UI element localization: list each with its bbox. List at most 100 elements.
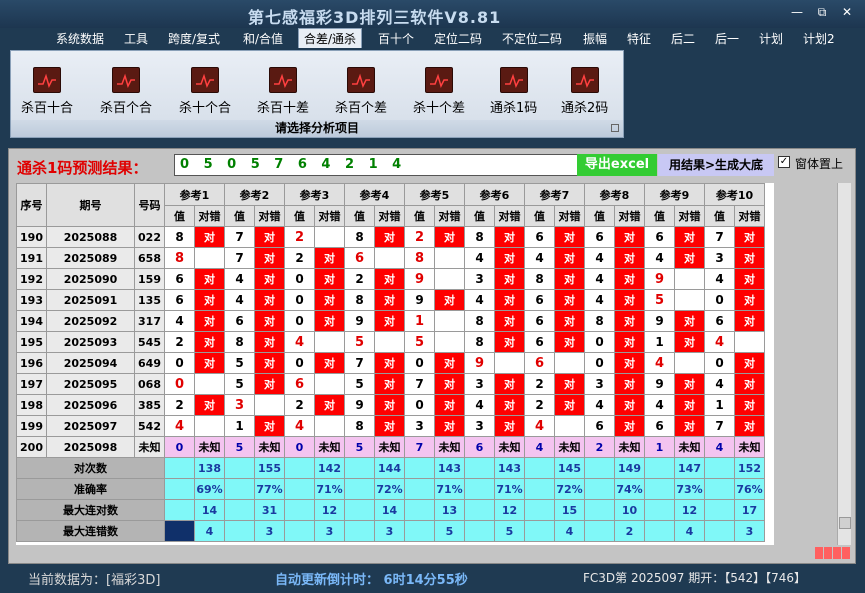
stats-spacer-cell [524, 478, 555, 500]
ref-hit-cell: 对 [554, 268, 585, 290]
table-row[interactable]: 195 2025093 545 2 对 8 对 4 5 5 8 对 6 对 0 对 1 对 4 [16, 331, 765, 353]
stats-row: 最大连对数 14 31 12 14 13 12 15 10 12 17 [16, 499, 765, 521]
menu-item-last-two[interactable]: 后二 [671, 30, 695, 47]
ref-value-cell: 0 [404, 394, 435, 416]
ref-hit-cell: 对 [314, 394, 345, 416]
pending-status-cell: 未知 [614, 436, 645, 458]
menu-item-tools[interactable]: 工具 [124, 30, 148, 47]
stats-value-cell: 3 [254, 520, 285, 542]
stats-value-cell: 145 [554, 457, 585, 479]
table-row[interactable]: 199 2025097 542 4 1 对 4 8 对 3 对 3 对 4 6 对 6 对 7 对 [16, 415, 765, 437]
table-row[interactable]: 193 2025091 135 6 对 4 对 0 对 8 对 9 对 4 对 6 对 4 对 5 0 对 [16, 289, 765, 311]
vertical-scrollbar[interactable] [837, 183, 851, 545]
ribbon-button-kill-tens-units-diff[interactable]: 杀十个差 [413, 67, 465, 116]
scrollbar-thumb[interactable] [839, 517, 851, 529]
row-seq: 194 [16, 310, 47, 332]
ref-value-cell: 4 [524, 415, 555, 437]
ref-value-cell: 6 [164, 289, 195, 311]
menu-item-system-data[interactable]: 系统数据 [56, 30, 104, 47]
ref-value-cell: 2 [524, 394, 555, 416]
header-hit: 对错 [254, 205, 285, 227]
table-row[interactable]: 198 2025096 385 2 对 3 2 对 9 对 0 对 4 对 2 对 4 对 4 对 1 对 [16, 394, 765, 416]
ref-hit-cell: 对 [614, 226, 645, 248]
ref-hit-cell: 对 [734, 373, 765, 395]
ref-miss-cell [494, 352, 525, 374]
on-top-checkbox[interactable]: ✓ [778, 156, 790, 168]
dialog-launcher-icon[interactable] [611, 124, 619, 132]
chart-icon [499, 67, 528, 93]
table-row[interactable]: 190 2025088 022 8 对 7 对 2 8 对 2 对 8 对 6 对 6 对 6 对 7 对 [16, 226, 765, 248]
ref-hit-cell: 对 [494, 247, 525, 269]
export-excel-button[interactable]: 导出excel [577, 154, 657, 176]
table-row[interactable]: 192 2025090 159 6 对 4 对 0 对 2 对 9 3 对 8 对 4 对 9 4 对 [16, 268, 765, 290]
ribbon-button-kill-hundreds-units-diff[interactable]: 杀百个差 [335, 67, 387, 116]
ref-value-cell: 9 [644, 268, 675, 290]
ribbon-button-kill-hundreds-tens-sum[interactable]: 杀百十合 [21, 67, 73, 116]
row-number: 385 [134, 394, 165, 416]
ref-value-cell: 3 [464, 373, 495, 395]
stats-value-cell: 152 [734, 457, 765, 479]
table-row[interactable]: 194 2025092 317 4 对 6 对 0 对 9 对 1 8 对 6 对 8 对 9 对 6 对 [16, 310, 765, 332]
ref-hit-cell: 对 [734, 394, 765, 416]
close-icon[interactable]: ✕ [840, 6, 854, 18]
ref-hit-cell: 对 [734, 352, 765, 374]
menu-item-plan[interactable]: 计划 [759, 30, 783, 47]
stats-spacer-cell [644, 499, 675, 521]
header-hit: 对错 [194, 205, 225, 227]
ref-value-cell: 2 [524, 373, 555, 395]
header-seq: 序号 [16, 183, 47, 227]
menu-item-plan2[interactable]: 计划2 [803, 30, 835, 47]
analysis-panel: 通杀1码预测结果： 0 5 0 5 7 6 4 2 1 4 导出excel 用结… [8, 148, 856, 564]
ref-hit-cell: 对 [554, 331, 585, 353]
table-row[interactable]: 197 2025095 068 0 5 对 6 5 对 7 对 3 对 2 对 3 对 9 对 4 对 [16, 373, 765, 395]
ref-value-cell: 9 [644, 310, 675, 332]
stats-spacer-cell [224, 478, 255, 500]
pending-status-cell: 未知 [494, 436, 525, 458]
ref-hit-cell: 对 [494, 415, 525, 437]
table-row[interactable]: 191 2025089 658 8 7 对 2 对 6 8 4 对 4 对 4 对 4 对 3 对 [16, 247, 765, 269]
stats-value-cell: 4 [554, 520, 585, 542]
stats-spacer-cell [584, 457, 615, 479]
restore-icon[interactable]: ⧉ [815, 6, 829, 18]
header-value: 值 [464, 205, 495, 227]
ribbon-group-caption: 请选择分析项目 [11, 120, 623, 137]
ref-hit-cell: 对 [614, 331, 645, 353]
menu-item-amplitude[interactable]: 振幅 [583, 30, 607, 47]
menu-item-feature[interactable]: 特征 [627, 30, 651, 47]
ref-value-cell: 1 [224, 415, 255, 437]
menu-item-sum[interactable]: 和/合值 [243, 30, 283, 47]
stats-value-cell: 3 [314, 520, 345, 542]
ref-hit-cell: 对 [674, 226, 705, 248]
ribbon-button-kill-two-code[interactable]: 通杀2码 [561, 67, 608, 116]
menu-item-hundreds[interactable]: 百十个 [378, 30, 414, 47]
prediction-value-field[interactable]: 0 5 0 5 7 6 4 2 1 4 [174, 154, 584, 176]
menu-item-span[interactable]: 跨度/复式 [168, 30, 220, 47]
ribbon-button-kill-one-code[interactable]: 通杀1码 [490, 67, 537, 116]
row-period: 2025091 [46, 289, 135, 311]
ribbon-button-kill-hundreds-tens-diff[interactable]: 杀百十差 [257, 67, 309, 116]
ribbon-button-kill-tens-units-sum[interactable]: 杀十个合 [179, 67, 231, 116]
generate-base-button[interactable]: 用结果>生成大底 [658, 154, 774, 176]
header-ref-8: 参考8 [584, 183, 645, 206]
ribbon-button-label: 杀百十差 [257, 101, 310, 116]
menu-item-unfixed-two[interactable]: 不定位二码 [502, 30, 562, 47]
stats-value-cell: 73% [674, 478, 705, 500]
ref-value-cell: 2 [344, 268, 375, 290]
ref-value-cell: 3 [704, 247, 735, 269]
ref-value-cell: 6 [524, 289, 555, 311]
stats-spacer-cell [524, 499, 555, 521]
table-row[interactable]: 196 2025094 649 0 对 5 对 0 对 7 对 0 对 9 6 0 对 4 0 对 [16, 352, 765, 374]
menu-item-combo-kill[interactable]: 合差/通杀 [298, 28, 363, 48]
stats-value-cell: 72% [374, 478, 405, 500]
menu-item-fixed-two[interactable]: 定位二码 [434, 30, 482, 47]
ref-hit-cell: 对 [194, 310, 225, 332]
minimize-icon[interactable]: — [790, 6, 804, 18]
ref-value-cell: 6 [584, 415, 615, 437]
ribbon-button-kill-hundreds-units-sum[interactable]: 杀百个合 [100, 67, 152, 116]
table-row-pending[interactable]: 200 2025098 未知 0 未知 5 未知 0 未知 5 未知 7 未知 6 未知 4 未知 2 未知 1 未知 4… [16, 436, 765, 458]
ref-value-cell: 6 [524, 226, 555, 248]
ref-hit-cell: 对 [374, 226, 405, 248]
ref-hit-cell: 对 [314, 352, 345, 374]
stats-value-cell: 12 [314, 499, 345, 521]
menu-item-last-one[interactable]: 后一 [715, 30, 739, 47]
